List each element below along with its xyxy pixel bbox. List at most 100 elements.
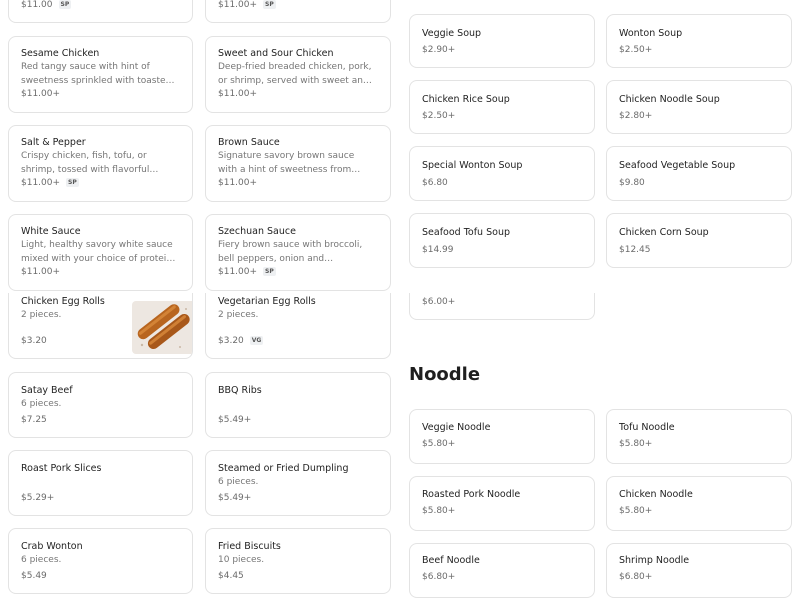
menu-item-card[interactable]: Salt & Pepper Crispy chicken, fish, tofu… xyxy=(8,125,193,202)
item-description: 6 pieces. xyxy=(21,555,62,565)
item-name: Chicken Corn Soup xyxy=(619,227,709,238)
item-price: $2.80+ xyxy=(619,111,653,121)
item-price: $3.20 xyxy=(21,336,47,346)
item-name: Veggie Soup xyxy=(422,28,482,39)
item-description: Crispy chicken, fish, tofu, or shrimp, t… xyxy=(21,151,150,175)
menu-item-card[interactable]: Seafood Vegetable Soup $9.80 xyxy=(606,146,792,201)
menu-item-card[interactable]: Chicken Noodle $5.80+ xyxy=(606,476,792,531)
menu-item-card[interactable]: Beef Noodle $6.80+ xyxy=(409,543,595,598)
menu-item-card[interactable]: Shrimp Noodle $6.80+ xyxy=(606,543,792,598)
item-price: $11.00+ SP xyxy=(218,267,276,277)
menu-item-card[interactable]: Tofu Noodle $5.80+ xyxy=(606,409,792,464)
menu-item-card[interactable]: White Sauce Light, healthy savory white … xyxy=(8,214,193,291)
section-heading-noodle: Noodle xyxy=(409,364,481,385)
item-name: Fried Biscuits xyxy=(218,541,281,552)
item-name: Satay Beef xyxy=(21,385,73,396)
item-name: Shrimp Noodle xyxy=(619,555,690,566)
item-name: Seafood Vegetable Soup xyxy=(619,160,736,171)
item-name: Seafood Tofu Soup xyxy=(422,227,510,238)
item-price: $6.80+ xyxy=(619,572,653,582)
item-name: Chicken Noodle Soup xyxy=(619,94,720,105)
menu-item-card[interactable]: Brown Sauce Signature savory brown sauce… xyxy=(205,125,391,202)
item-price: $11.00+ xyxy=(21,267,61,277)
menu-item-card[interactable]: Fried Biscuits 10 pieces. $4.45 xyxy=(205,528,391,594)
menu-item-card[interactable]: Crab Wonton 6 pieces. $5.49 xyxy=(8,528,193,594)
item-price: $14.99 xyxy=(422,245,454,255)
menu-item-card[interactable]: BBQ Ribs $5.49+ xyxy=(205,372,391,438)
menu-item-card[interactable]: Vegetarian Egg Rolls 2 pieces. $3.20 VG xyxy=(205,293,391,359)
item-name: White Sauce xyxy=(21,226,81,237)
menu-item-card[interactable]: Sweet and Sour Chicken Deep-fried breade… xyxy=(205,36,391,113)
menu-item-card[interactable]: $11.00 SP xyxy=(8,0,193,23)
item-name: Roast Pork Slices xyxy=(21,463,102,474)
item-name: Chicken Rice Soup xyxy=(422,94,510,105)
item-price: $11.00 SP xyxy=(21,0,72,10)
item-description: Deep-fried breaded chicken, pork, or shr… xyxy=(218,62,372,86)
menu-item-card[interactable]: Roast Pork Slices $5.29+ xyxy=(8,450,193,516)
item-name: Sesame Chicken xyxy=(21,48,100,59)
item-price: $6.80+ xyxy=(422,572,456,582)
item-name: Szechuan Sauce xyxy=(218,226,296,237)
menu-item-card[interactable]: $6.00+ xyxy=(409,293,595,320)
item-price: $2.50+ xyxy=(619,45,653,55)
item-name: BBQ Ribs xyxy=(218,385,262,396)
menu-item-card[interactable]: Special Wonton Soup $6.80 xyxy=(409,146,595,201)
item-price: $5.80+ xyxy=(619,439,653,449)
item-price: $11.00+ xyxy=(218,89,258,99)
appetizer-section: Chicken Egg Rolls 2 pieces. $3.20 Vegeta… xyxy=(0,293,400,600)
item-price: $9.80 xyxy=(619,178,645,188)
item-name: Roasted Pork Noodle xyxy=(422,489,521,500)
item-name: Chicken Egg Rolls xyxy=(21,296,105,307)
soup-section-overflow: $6.00+ xyxy=(400,293,800,333)
item-price: $6.80 xyxy=(422,178,448,188)
menu-item-card[interactable]: Seafood Tofu Soup $14.99 xyxy=(409,213,595,268)
item-name: Chicken Noodle xyxy=(619,489,693,500)
menu-item-card[interactable]: Szechuan Sauce Fiery brown sauce with br… xyxy=(205,214,391,291)
item-price: $11.00+ xyxy=(218,178,258,188)
item-price: $5.80+ xyxy=(422,506,456,516)
item-name: Sweet and Sour Chicken xyxy=(218,48,334,59)
item-price: $2.50+ xyxy=(422,111,456,121)
menu-item-card[interactable]: Veggie Noodle $5.80+ xyxy=(409,409,595,464)
menu-item-card[interactable]: Sesame Chicken Red tangy sauce with hint… xyxy=(8,36,193,113)
item-name: Veggie Noodle xyxy=(422,422,491,433)
menu-item-card[interactable]: Chicken Rice Soup $2.50+ xyxy=(409,80,595,134)
item-name: Tofu Noodle xyxy=(619,422,675,433)
item-price: $3.20 VG xyxy=(218,336,264,346)
item-name: Brown Sauce xyxy=(218,137,280,148)
spicy-badge: SP xyxy=(263,0,276,9)
item-description: Light, healthy savory white sauce mixed … xyxy=(21,240,173,264)
menu-item-card[interactable]: Steamed or Fried Dumpling 6 pieces. $5.4… xyxy=(205,450,391,516)
item-price: $11.00+ SP xyxy=(218,0,276,10)
spicy-badge: SP xyxy=(263,267,276,276)
item-name: Steamed or Fried Dumpling xyxy=(218,463,349,474)
item-price: $5.80+ xyxy=(619,506,653,516)
menu-item-card[interactable]: Roasted Pork Noodle $5.80+ xyxy=(409,476,595,531)
item-price: $6.00+ xyxy=(422,297,456,307)
egg-rolls-photo xyxy=(132,301,192,354)
menu-item-card[interactable]: $11.00+ SP xyxy=(205,0,391,23)
item-price: $11.00+ xyxy=(21,89,61,99)
item-price: $11.00+ SP xyxy=(21,178,79,188)
item-description: Signature savory brown sauce with a hint… xyxy=(218,151,355,175)
item-price: $4.45 xyxy=(218,571,244,581)
menu-item-card[interactable]: Satay Beef 6 pieces. $7.25 xyxy=(8,372,193,438)
item-name: Beef Noodle xyxy=(422,555,480,566)
menu-item-card[interactable]: Veggie Soup $2.90+ xyxy=(409,14,595,68)
vegetarian-badge: VG xyxy=(249,336,264,345)
item-description: 6 pieces. xyxy=(21,399,62,409)
item-description: 10 pieces. xyxy=(218,555,265,565)
item-price: $5.80+ xyxy=(422,439,456,449)
menu-item-card[interactable]: Chicken Corn Soup $12.45 xyxy=(606,213,792,268)
item-name: Crab Wonton xyxy=(21,541,83,552)
item-price: $5.49 xyxy=(21,571,47,581)
item-description: Fiery brown sauce with broccoli, bell pe… xyxy=(218,240,363,264)
menu-item-card[interactable]: Chicken Noodle Soup $2.80+ xyxy=(606,80,792,134)
item-description: Red tangy sauce with hint of sweetness s… xyxy=(21,62,172,86)
item-description: 2 pieces. xyxy=(218,310,259,320)
item-name: Special Wonton Soup xyxy=(422,160,523,171)
item-name: Salt & Pepper xyxy=(21,137,86,148)
menu-item-card[interactable]: Wonton Soup $2.50+ xyxy=(606,14,792,68)
item-price: $2.90+ xyxy=(422,45,456,55)
menu-item-card[interactable]: Chicken Egg Rolls 2 pieces. $3.20 xyxy=(8,293,193,359)
